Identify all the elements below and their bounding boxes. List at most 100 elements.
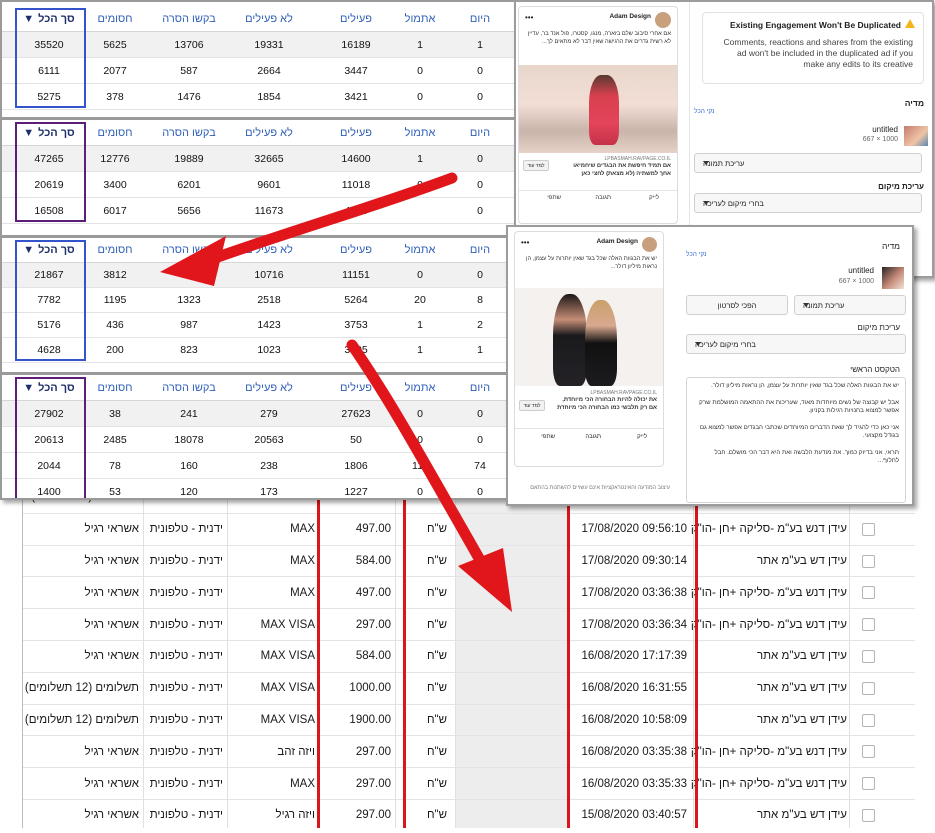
share-button-2[interactable]: שתפי [541, 434, 555, 440]
column-header[interactable]: בקשו הסרה [149, 6, 229, 31]
primary-text-field[interactable]: יש את הבגוות האלה שכל בגד שאין יותרות על… [686, 377, 906, 503]
row-checkbox[interactable] [862, 777, 875, 791]
transactions-table: תשלומים (6 תשלומים)ידנית - טלפוניתישראכר… [22, 496, 915, 828]
settings-column-2: מדיה נקי הכל untitled 667 × 1000 עריכת ת… [676, 227, 912, 504]
stats-cell: 74 [474, 459, 486, 472]
row-checkbox[interactable] [862, 713, 875, 727]
column-header[interactable]: בקשו הסרה [149, 375, 229, 400]
transaction-currency: ש"ח [426, 682, 447, 695]
stats-cell: 0 [477, 407, 483, 420]
stats-cell: 823 [180, 344, 198, 356]
transaction-row[interactable]: אשראי רגיל ידנית - טלפונית ויזה זהב 297.00 ש… [23, 736, 915, 769]
column-header[interactable]: חסומים [75, 6, 155, 31]
row-checkbox[interactable] [862, 681, 875, 695]
transaction-row[interactable]: אשראי רגיל ידנית - טלפונית MAX 297.00 ש"ח 16/… [23, 768, 915, 800]
column-header[interactable]: בקשו הסרה [149, 120, 229, 145]
stats-cell: 6201 [177, 178, 201, 191]
learn-more-button[interactable]: למד עוד [523, 160, 549, 171]
stats-cell: 0 [477, 269, 483, 281]
stats-cell: 32665 [254, 152, 284, 165]
column-header[interactable]: לא פעילים [229, 238, 309, 262]
row-checkbox[interactable] [862, 809, 875, 822]
stats-cell: 173 [260, 485, 278, 498]
file-size: 667 × 1000 [862, 136, 898, 143]
comment-button-2[interactable]: תגובה [585, 434, 601, 440]
transaction-amount: 584.00 [355, 554, 391, 567]
transaction-date: 17/08/2020 09:56:10 [581, 523, 687, 536]
transaction-row[interactable]: תשלומים (12 תשלומים) ידנית - טלפונית MAX V… [23, 705, 915, 737]
stats-cell: 0 [477, 152, 483, 165]
row-checkbox[interactable] [862, 745, 875, 759]
transaction-row[interactable]: אשראי רגיל ידנית - טלפונית MAX VISA 584.00 ש… [23, 641, 915, 673]
to-video-button[interactable]: הפכי לסרטון [686, 295, 788, 315]
transaction-amount: 297.00 [355, 745, 391, 758]
column-header[interactable]: היום [440, 375, 514, 400]
stats-cell: 1423 [257, 319, 281, 331]
transaction-amount: 497.00 [355, 523, 391, 536]
transaction-row[interactable]: אשראי רגיל ידנית - טלפונית MAX 497.00 ש"ח 17/… [23, 577, 915, 610]
transaction-method: ידנית - טלפונית [149, 777, 223, 790]
column-header[interactable]: לא פעילים [229, 6, 309, 31]
row-checkbox[interactable] [862, 618, 875, 632]
more-icon[interactable]: ••• [525, 13, 533, 22]
column-header[interactable]: חסומים [75, 238, 155, 262]
column-header[interactable]: היום [440, 238, 514, 262]
column-header[interactable]: בקשו הסרה [149, 238, 229, 262]
transaction-name: עידן דש בע"מ אתר [756, 713, 847, 726]
column-header[interactable]: היום [440, 6, 514, 31]
transaction-type: אשראי רגיל [84, 586, 139, 599]
stats-cell: 3400 [103, 178, 127, 191]
transaction-type: אשראי רגיל [84, 777, 139, 790]
transaction-row[interactable]: אשראי רגיל ידנית - טלפונית MAX 584.00 ש"ח 17/… [23, 546, 915, 578]
learn-more-button-2[interactable]: למד עוד [519, 400, 545, 411]
stats-cell: 78 [109, 459, 121, 472]
transaction-row[interactable]: אשראי רגיל ידנית - טלפונית MAX VISA 297.00 ש… [23, 609, 915, 641]
post-text: אם אחרי סיבוב שלם בזארה, מנגו, קסטרו, פו… [527, 31, 671, 45]
transaction-name: עידן דש בע"מ אתר [756, 650, 847, 663]
stats-cell: 120 [180, 485, 198, 498]
column-header[interactable]: לא פעילים [229, 120, 309, 145]
placement-select-2[interactable]: בחרי מיקום לעריכה [686, 334, 906, 354]
total-column-highlight [15, 8, 86, 108]
stats-cell: 1476 [177, 90, 201, 103]
stats-cell: 436 [106, 319, 124, 331]
column-header[interactable]: היום [440, 120, 514, 145]
like-button-2[interactable]: לייק [637, 434, 647, 440]
stats-table: ▼ סך הכל חסומים בקשו הסרה לא פעילים פעילים אתמ… [2, 372, 514, 498]
clear-all-link-2[interactable]: נקי הכל [686, 251, 707, 258]
transaction-currency: ש"ח [426, 809, 447, 822]
image-thumbnail-2 [882, 267, 904, 289]
column-header[interactable]: חסומים [75, 375, 155, 400]
share-button[interactable]: שתפי [547, 195, 561, 201]
transaction-row[interactable]: אשראי רגיל ידנית - טלפונית MAX 497.00 ש"ח 17/… [23, 514, 915, 546]
stats-cell: 0 [477, 485, 483, 498]
comment-button[interactable]: תגובה [595, 195, 611, 201]
edit-image-select[interactable]: עריכת תמונה [694, 153, 922, 173]
stats-cell: 5656 [177, 204, 201, 217]
transaction-row[interactable]: תשלומים (12 תשלומים) ידנית - טלפונית MAX V… [23, 673, 915, 705]
stats-cell: 12776 [100, 152, 130, 165]
stats-cell: 9601 [257, 178, 281, 191]
transaction-card: MAX [290, 554, 315, 567]
stats-cell: 1 [477, 344, 483, 356]
notice-title: Existing Engagement Won't Be Duplicated [730, 20, 901, 30]
transaction-name: עידן דנש בע"מ -סליקה +חן -הו"ק [690, 586, 847, 599]
transaction-card: MAX VISA [260, 650, 315, 663]
row-checkbox[interactable] [862, 522, 875, 536]
more-icon-2[interactable]: ••• [521, 238, 529, 247]
transaction-row[interactable]: אשראי רגיל ידנית - טלפונית ויזה רגיל 297.00… [23, 800, 915, 828]
row-checkbox[interactable] [862, 586, 875, 600]
transaction-method: ידנית - טלפונית [149, 618, 223, 631]
total-column-highlight [15, 377, 86, 498]
transaction-amount: 584.00 [355, 650, 391, 663]
clear-all-link[interactable]: נקי הכל [694, 108, 715, 115]
transaction-name: עידן דש בע"מ אתר [756, 554, 847, 567]
column-header[interactable]: חסומים [75, 120, 155, 145]
row-checkbox[interactable] [862, 650, 875, 663]
edit-image-select-2[interactable]: עריכת תמונה [794, 295, 906, 315]
placement-select[interactable]: בחרי מיקום לעריכה [694, 193, 922, 213]
like-button[interactable]: לייק [649, 195, 659, 201]
stats-table: ▼ סך הכל חסומים בקשו הסרה לא פעילים פעילים אתמ… [2, 6, 514, 110]
row-checkbox[interactable] [862, 554, 875, 568]
column-header[interactable]: לא פעילים [229, 375, 309, 400]
